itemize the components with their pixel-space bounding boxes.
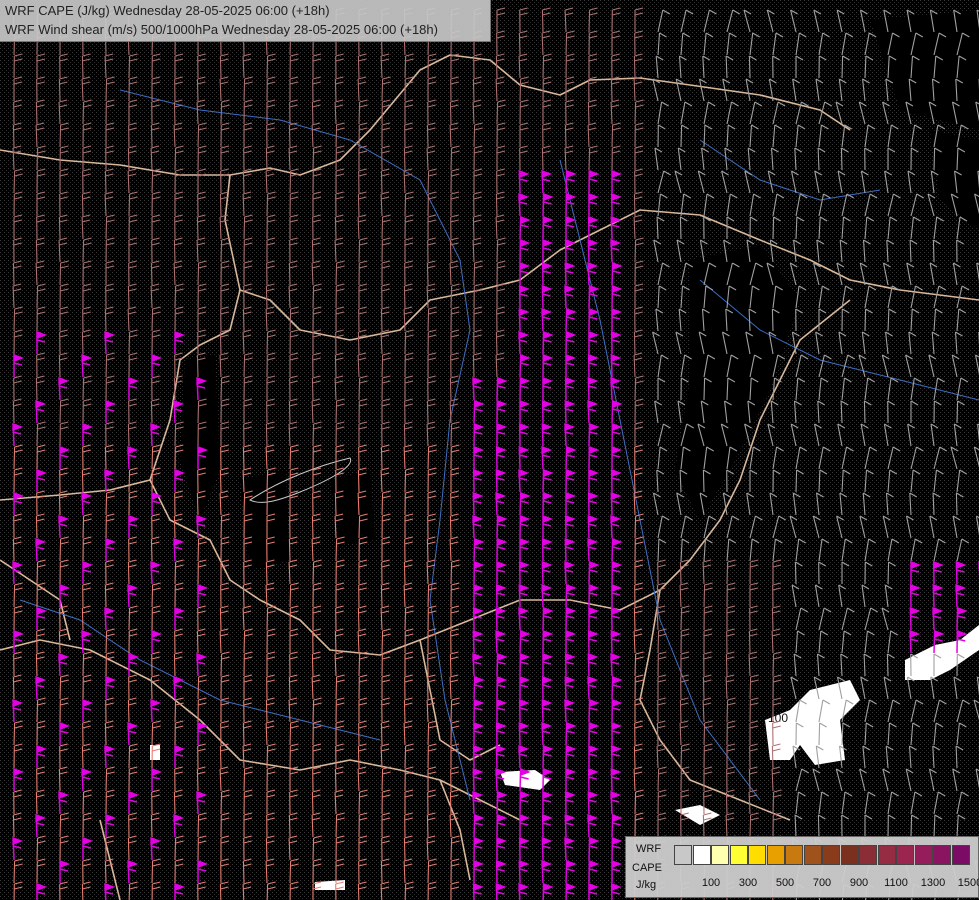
legend-tick-label: 1500 <box>957 877 979 889</box>
map-background <box>0 0 979 900</box>
legend-swatch <box>674 845 692 865</box>
legend-swatch <box>933 845 951 865</box>
legend-tick-label: 900 <box>849 877 869 889</box>
legend-swatch <box>877 845 896 865</box>
legend-swatch <box>785 845 803 865</box>
legend-swatch <box>914 845 933 865</box>
legend-swatch <box>711 845 729 865</box>
legend-swatch <box>859 845 877 865</box>
legend-tick-label: 1100 <box>884 877 908 889</box>
cape-contour-label: 100 <box>768 711 788 725</box>
legend-field-label: CAPE <box>632 862 662 874</box>
legend-swatch <box>729 845 748 865</box>
legend-swatch <box>803 845 822 865</box>
legend-swatch <box>766 845 785 865</box>
legend-tick-label: 300 <box>738 877 758 889</box>
title-panel: WRF CAPE (J/kg) Wednesday 28-05-2025 06:… <box>0 0 491 42</box>
title-wind-shear: WRF Wind shear (m/s) 500/1000hPa Wednesd… <box>5 22 438 37</box>
legend-tick-label: 700 <box>812 877 832 889</box>
legend-tick-label: 100 <box>701 877 721 889</box>
legend-tick-label: 1300 <box>920 877 946 889</box>
forecast-map: 100 <box>0 0 979 900</box>
legend-unit-label: J/kg <box>636 879 657 891</box>
cape-legend: WRF CAPE J/kg 100 300 500 700 900 1100 1300 150… <box>625 836 979 898</box>
legend-swatch <box>692 845 711 865</box>
legend-swatch <box>822 845 840 865</box>
title-cape: WRF CAPE (J/kg) Wednesday 28-05-2025 06:… <box>5 3 330 18</box>
legend-swatch <box>951 845 970 865</box>
legend-swatch <box>748 845 766 865</box>
legend-tick-label: 500 <box>775 877 795 889</box>
legend-model-label: WRF <box>636 843 662 855</box>
legend-swatch <box>896 845 914 865</box>
legend-swatch <box>840 845 859 865</box>
